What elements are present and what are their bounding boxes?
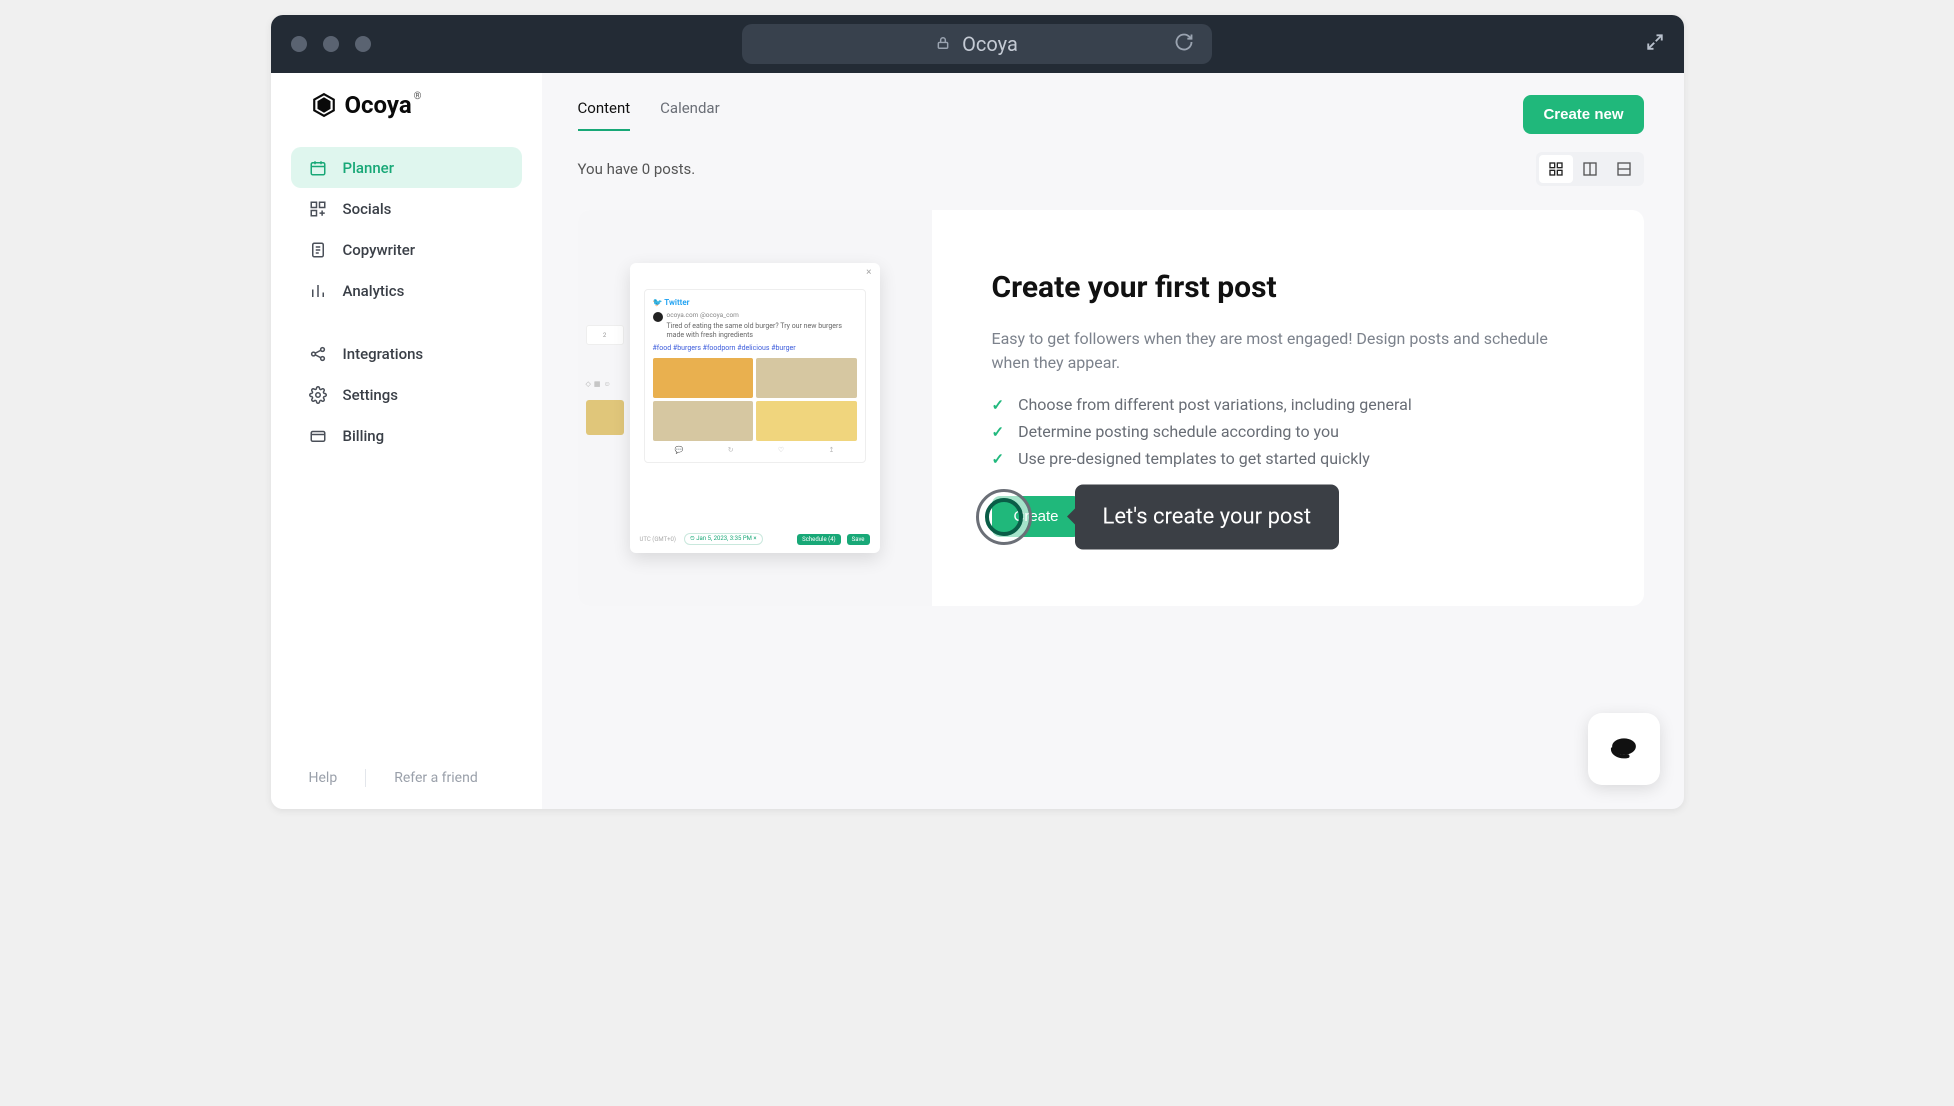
- thumbnail-item: 2: [586, 325, 624, 345]
- app-window: Ocoya Ocoya® Planner: [271, 15, 1684, 809]
- sidebar-item-billing[interactable]: Billing: [291, 415, 522, 456]
- post-count-text: You have 0 posts.: [578, 160, 696, 178]
- bar-chart-icon: [309, 282, 327, 300]
- mock-post: 🐦 Twitter ocoya.com @ocoya_com Tired of …: [644, 289, 866, 463]
- tab-content[interactable]: Content: [578, 99, 631, 131]
- view-rows-button[interactable]: [1607, 155, 1641, 183]
- mock-action-bar: UTC (GMT+0) ⏲ Jan 5, 2023, 3:35 PM × Sch…: [640, 533, 870, 545]
- refer-friend-link[interactable]: Refer a friend: [394, 770, 478, 786]
- feature-item: ✓Determine posting schedule according to…: [992, 422, 1594, 441]
- rows-icon: [1616, 161, 1632, 177]
- mock-editor: × 🐦 Twitter ocoya.com @ocoya_com Tired o…: [630, 263, 880, 553]
- help-link[interactable]: Help: [309, 770, 338, 786]
- reload-icon[interactable]: [1174, 32, 1194, 57]
- thumbnail-item: [586, 400, 624, 435]
- url-text: Ocoya: [962, 32, 1018, 56]
- topbar: Content Calendar Create new: [578, 95, 1644, 134]
- mock-avatar: [653, 312, 663, 322]
- logo-hex-icon: [311, 92, 337, 118]
- subbar: You have 0 posts.: [578, 152, 1644, 186]
- grid-plus-icon: [309, 200, 327, 218]
- thumbnail-icons: ◇ ▦ ☺: [586, 380, 624, 394]
- feature-item: ✓Use pre-designed templates to get start…: [992, 449, 1594, 468]
- onboarding-title: Create your first post: [992, 270, 1594, 305]
- mock-hashtags: #food #burgers #foodporn #delicious #bur…: [653, 344, 857, 352]
- nav-label: Integrations: [343, 345, 424, 363]
- close-window-button[interactable]: [291, 36, 307, 52]
- preview-thumbnails: 2 ◇ ▦ ☺: [586, 325, 624, 435]
- app-body: Ocoya® Planner Socials Copywriter: [271, 73, 1684, 809]
- onboarding-content: Create your first post Easy to get follo…: [932, 210, 1644, 606]
- sidebar: Ocoya® Planner Socials Copywriter: [271, 73, 542, 809]
- mock-save-btn: Save: [847, 534, 870, 545]
- maximize-window-button[interactable]: [355, 36, 371, 52]
- feature-item: ✓Choose from different post variations, …: [992, 395, 1594, 414]
- mock-image-grid: [653, 358, 857, 441]
- view-grid-button[interactable]: [1539, 155, 1573, 183]
- gear-icon: [309, 386, 327, 404]
- mock-schedule-btn: Schedule (4): [797, 534, 841, 545]
- view-toggle: [1536, 152, 1644, 186]
- nav-label: Socials: [343, 200, 392, 218]
- minimize-window-button[interactable]: [323, 36, 339, 52]
- onboarding-card: 2 ◇ ▦ ☺ × 🐦 Twitter: [578, 210, 1644, 606]
- create-button-wrap: Create Let's create your post: [992, 496, 1081, 537]
- sidebar-item-integrations[interactable]: Integrations: [291, 333, 522, 374]
- onboarding-feature-list: ✓Choose from different post variations, …: [992, 395, 1594, 468]
- nav-label: Settings: [343, 386, 399, 404]
- mock-body: Tired of eating the same old burger? Try…: [667, 322, 857, 340]
- titlebar: Ocoya: [271, 15, 1684, 73]
- check-icon: ✓: [992, 396, 1005, 414]
- view-columns-button[interactable]: [1573, 155, 1607, 183]
- tab-calendar[interactable]: Calendar: [660, 99, 720, 131]
- chat-icon: [1609, 734, 1639, 764]
- tabs: Content Calendar: [578, 99, 720, 131]
- check-icon: ✓: [992, 450, 1005, 468]
- nav-label: Billing: [343, 427, 385, 445]
- columns-icon: [1582, 161, 1598, 177]
- sidebar-item-socials[interactable]: Socials: [291, 188, 522, 229]
- sidebar-item-analytics[interactable]: Analytics: [291, 270, 522, 311]
- document-icon: [309, 241, 327, 259]
- credit-card-icon: [309, 427, 327, 445]
- onboarding-preview: 2 ◇ ▦ ☺ × 🐦 Twitter: [578, 210, 932, 606]
- sidebar-item-copywriter[interactable]: Copywriter: [291, 229, 522, 270]
- expand-icon[interactable]: [1646, 32, 1664, 56]
- sidebar-footer: Help Refer a friend: [271, 747, 542, 809]
- mock-platform: 🐦 Twitter: [653, 298, 857, 307]
- lock-icon: [936, 35, 950, 54]
- brand-logo[interactable]: Ocoya®: [271, 91, 542, 119]
- footer-divider: [365, 769, 366, 787]
- tour-tooltip: Let's create your post: [1075, 484, 1340, 549]
- sidebar-item-planner[interactable]: Planner: [291, 147, 522, 188]
- main-content: Content Calendar Create new You have 0 p…: [542, 73, 1684, 809]
- sidebar-item-settings[interactable]: Settings: [291, 374, 522, 415]
- mock-social-actions: 💬↻♡↥: [653, 446, 857, 454]
- url-bar[interactable]: Ocoya: [742, 24, 1212, 64]
- mock-timezone: UTC (GMT+0): [640, 536, 677, 543]
- nav-label: Planner: [343, 159, 395, 177]
- mock-handle: ocoya.com @ocoya_com: [667, 311, 857, 319]
- share-icon: [309, 345, 327, 363]
- nav-label: Copywriter: [343, 241, 416, 259]
- mock-close-icon: ×: [866, 267, 871, 278]
- brand-name: Ocoya®: [345, 91, 422, 119]
- mock-date: ⏲ Jan 5, 2023, 3:35 PM ×: [684, 533, 763, 545]
- chat-fab-button[interactable]: [1588, 713, 1660, 785]
- calendar-icon: [309, 159, 327, 177]
- create-new-button[interactable]: Create new: [1523, 95, 1643, 134]
- traffic-lights: [291, 36, 371, 52]
- nav: Planner Socials Copywriter Analytics: [271, 147, 542, 478]
- onboarding-description: Easy to get followers when they are most…: [992, 327, 1552, 375]
- nav-label: Analytics: [343, 282, 405, 300]
- check-icon: ✓: [992, 423, 1005, 441]
- grid-icon: [1548, 161, 1564, 177]
